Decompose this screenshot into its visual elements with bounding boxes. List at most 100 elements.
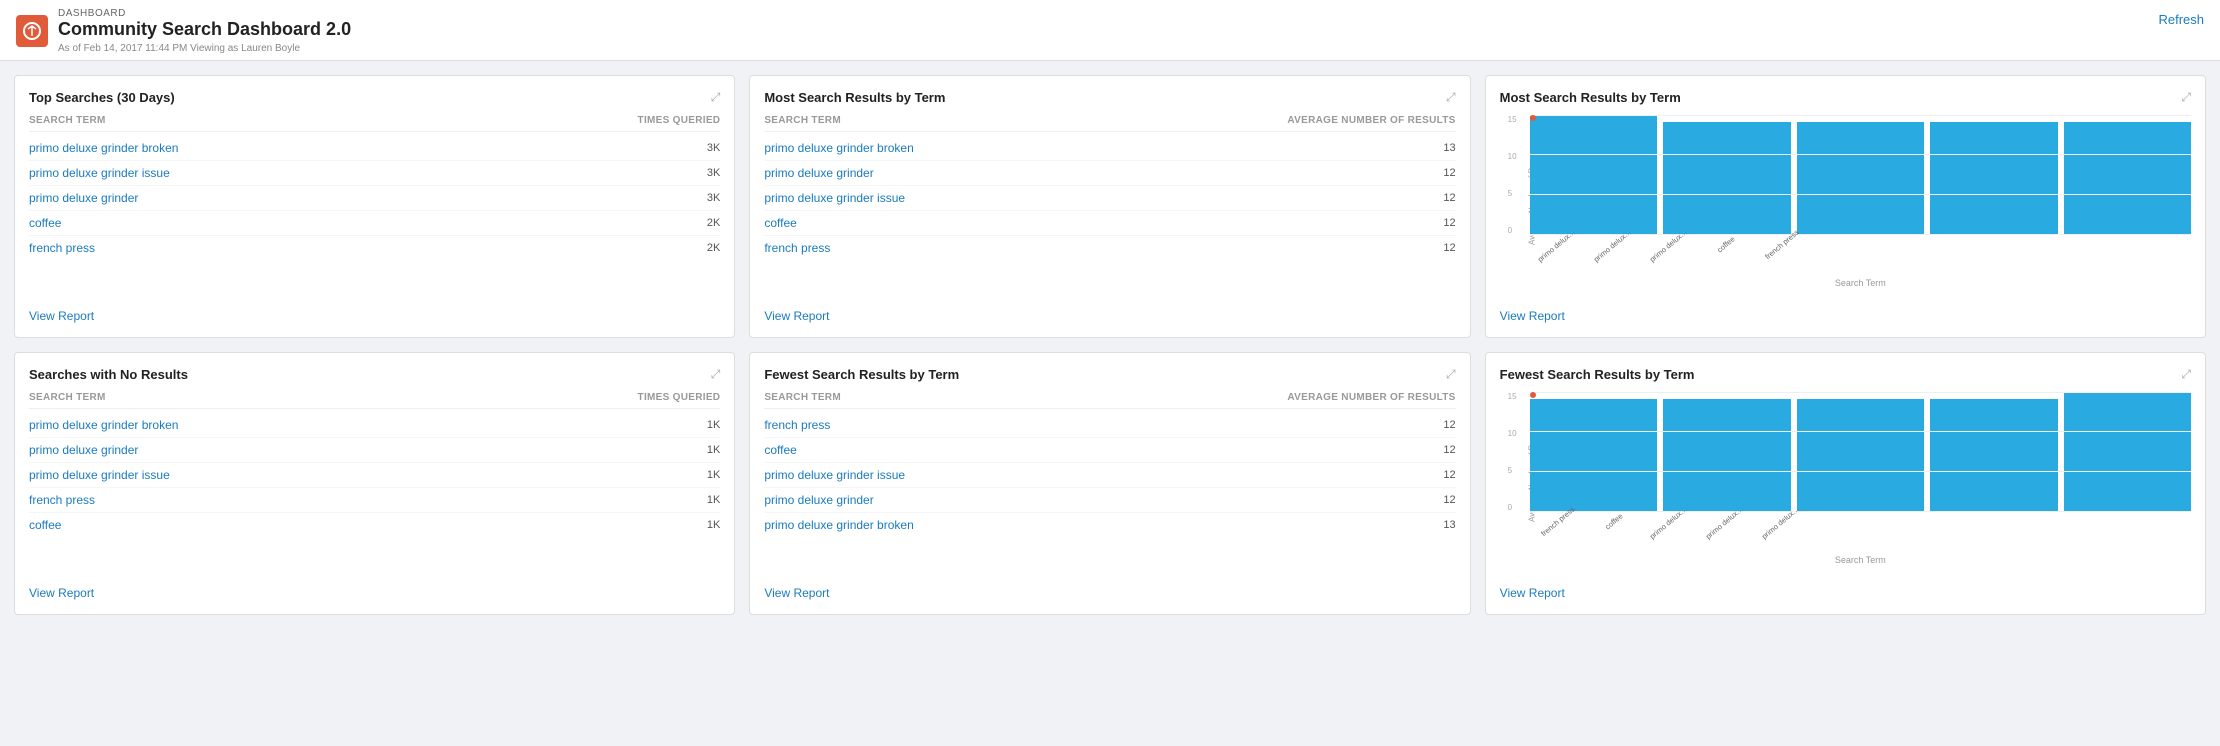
expand-icon-6[interactable]: ⤢ <box>2181 367 2191 382</box>
table-row: french press12 <box>764 413 1455 438</box>
row-term: french press <box>29 241 95 255</box>
bar <box>1663 399 1790 512</box>
row-term: coffee <box>764 216 796 230</box>
row-value: 2K <box>707 217 720 229</box>
app-icon <box>16 15 48 47</box>
top-searches-view-report[interactable]: View Report <box>29 295 720 323</box>
table-row: coffee 12 <box>764 438 1455 463</box>
no-results-view-report[interactable]: View Report <box>29 572 720 600</box>
no-results-card: Searches with No Results ⤢ SEARCH TERM T… <box>14 352 735 615</box>
refresh-button[interactable]: Refresh <box>2158 8 2204 31</box>
fewest-results-chart-view-report[interactable]: View Report <box>1500 572 2191 600</box>
col-term-2: SEARCH TERM <box>764 115 841 126</box>
row-term: primo deluxe grinder issue <box>29 166 170 180</box>
y-tick: 5 <box>1508 466 1517 475</box>
row-value: 13 <box>1443 519 1455 531</box>
most-results-chart-card: Most Search Results by Term ⤢ Average Nu… <box>1485 75 2206 338</box>
x-axis-label: Search Term <box>1530 250 2191 288</box>
row-value: 1K <box>707 494 720 506</box>
expand-icon[interactable]: ⤢ <box>711 90 721 105</box>
top-searches-col-headers: SEARCH TERM TIMES QUERIED <box>29 115 720 132</box>
bar <box>1930 399 2057 512</box>
top-searches-card: Top Searches (30 Days) ⤢ SEARCH TERM TIM… <box>14 75 735 338</box>
table-row: primo deluxe grinder issue 1K <box>29 463 720 488</box>
bar-group <box>1530 115 1657 235</box>
expand-icon-5[interactable]: ⤢ <box>1446 367 1456 382</box>
header: DASHBOARD Community Search Dashboard 2.0… <box>0 0 2220 61</box>
table-row: primo deluxe grinder issue 3K <box>29 161 720 186</box>
row-term: french press <box>29 493 95 507</box>
table-row: primo deluxe grinder12 <box>764 161 1455 186</box>
expand-icon-4[interactable]: ⤢ <box>711 367 721 382</box>
col-avg-2: AVERAGE NUMBER OF RESULTS <box>1287 115 1455 126</box>
col-queried-4: TIMES QUERIED <box>638 392 721 403</box>
fewest-results-table-card: Fewest Search Results by Term ⤢ SEARCH T… <box>749 352 1470 615</box>
fewest-results-chart-area: Average Number of R...151050french press… <box>1500 392 2191 572</box>
y-tick: 0 <box>1508 226 1517 235</box>
bar <box>1530 399 1657 512</box>
row-value: 13 <box>1443 142 1455 154</box>
fewest-results-table-rows: french press12 coffee 12 primo deluxe grind… <box>764 413 1455 537</box>
header-title-block: DASHBOARD Community Search Dashboard 2.0… <box>58 8 351 54</box>
fewest-results-chart-title: Fewest Search Results by Term <box>1500 367 1695 382</box>
bar <box>1663 122 1790 235</box>
row-value: 2K <box>707 242 720 254</box>
col-term: SEARCH TERM <box>29 115 106 126</box>
row-term: primo deluxe grinder <box>29 191 138 205</box>
bar-group <box>1797 115 1924 235</box>
table-row: primo deluxe grinder broken3K <box>29 136 720 161</box>
row-value: 12 <box>1443 167 1455 179</box>
most-results-table-view-report[interactable]: View Report <box>764 295 1455 323</box>
row-value: 12 <box>1443 242 1455 254</box>
no-results-col-headers: SEARCH TERM TIMES QUERIED <box>29 392 720 409</box>
row-term: coffee <box>764 443 796 457</box>
most-results-chart-area: Average Number of R...151050primo deluxe… <box>1500 115 2191 295</box>
y-tick: 10 <box>1508 152 1517 161</box>
table-row: primo deluxe grinder issue12 <box>764 186 1455 211</box>
table-row: coffee1K <box>29 513 720 537</box>
row-term: primo deluxe grinder broken <box>764 141 913 155</box>
table-row: primo deluxe grinder broken 13 <box>764 513 1455 537</box>
row-term: primo deluxe grinder broken <box>764 518 913 532</box>
row-value: 12 <box>1443 192 1455 204</box>
expand-icon-3[interactable]: ⤢ <box>2181 90 2191 105</box>
fewest-results-table-header: Fewest Search Results by Term ⤢ <box>764 367 1455 382</box>
most-results-table-title: Most Search Results by Term <box>764 90 945 105</box>
no-results-title: Searches with No Results <box>29 367 188 382</box>
table-row: primo deluxe grinder issue12 <box>764 463 1455 488</box>
row-value: 12 <box>1443 419 1455 431</box>
dashboard: Top Searches (30 Days) ⤢ SEARCH TERM TIM… <box>0 61 2220 629</box>
no-results-rows: primo deluxe grinder broken1Kprimo delux… <box>29 413 720 537</box>
row-term: coffee <box>29 216 61 230</box>
y-tick: 10 <box>1508 429 1517 438</box>
bar-group <box>1797 392 1924 512</box>
fewest-results-table-view-report[interactable]: View Report <box>764 572 1455 600</box>
bar <box>1797 399 1924 512</box>
fewest-results-chart-header: Fewest Search Results by Term ⤢ <box>1500 367 2191 382</box>
bar-group <box>1663 392 1790 512</box>
header-left: DASHBOARD Community Search Dashboard 2.0… <box>16 8 351 54</box>
row-value: 12 <box>1443 444 1455 456</box>
row-term: primo deluxe grinder broken <box>29 418 178 432</box>
row-term: coffee <box>29 518 61 532</box>
expand-icon-2[interactable]: ⤢ <box>1446 90 1456 105</box>
row-term: primo deluxe grinder broken <box>29 141 178 155</box>
most-results-table-header: Most Search Results by Term ⤢ <box>764 90 1455 105</box>
chart-dot <box>1530 115 1536 121</box>
most-results-chart-view-report[interactable]: View Report <box>1500 295 2191 323</box>
row-value: 12 <box>1443 217 1455 229</box>
bar-group <box>2064 115 2191 235</box>
bar <box>2064 392 2191 512</box>
bar <box>2064 122 2191 235</box>
most-results-col-headers: SEARCH TERM AVERAGE NUMBER OF RESULTS <box>764 115 1455 132</box>
table-row: french press 2K <box>29 236 720 260</box>
row-value: 3K <box>707 167 720 179</box>
bar-group <box>2064 392 2191 512</box>
row-term: primo deluxe grinder issue <box>29 468 170 482</box>
table-row: primo deluxe grinder12 <box>764 488 1455 513</box>
row-value: 1K <box>707 469 720 481</box>
y-tick: 0 <box>1508 503 1517 512</box>
table-row: primo deluxe grinder3K <box>29 186 720 211</box>
header-subtitle: As of Feb 14, 2017 11:44 PM Viewing as L… <box>58 43 351 54</box>
most-results-table-card: Most Search Results by Term ⤢ SEARCH TER… <box>749 75 1470 338</box>
